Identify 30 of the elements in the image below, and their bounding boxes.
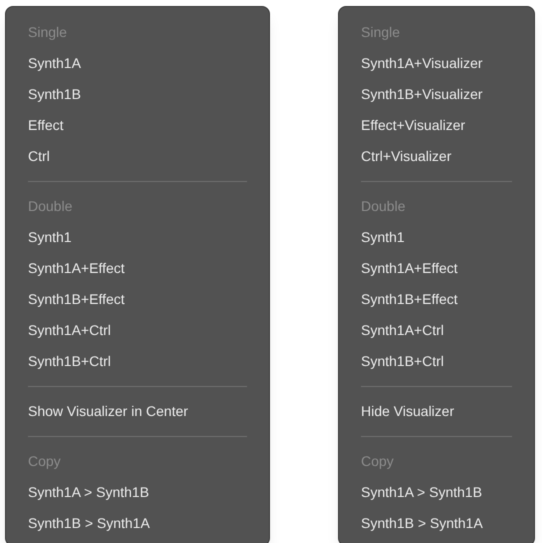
menu-item[interactable]: Effect+Visualizer: [339, 110, 534, 141]
menu-section-header: Double: [361, 197, 406, 216]
menu-item[interactable]: Synth1: [339, 222, 534, 253]
menu-item[interactable]: Synth1B > Synth1A: [6, 508, 269, 539]
menu-item[interactable]: Synth1B > Synth1A: [339, 508, 534, 539]
menu-item[interactable]: Synth1B+Ctrl: [339, 346, 534, 377]
menu-item[interactable]: Synth1B+Effect: [6, 284, 269, 315]
menu-section-header: Copy: [28, 452, 61, 471]
menu-item[interactable]: Synth1B+Visualizer: [339, 79, 534, 110]
menu-item[interactable]: Synth1A > Synth1B: [339, 477, 534, 508]
menu-item[interactable]: Synth1A+Ctrl: [6, 315, 269, 346]
menu-item[interactable]: Synth1A+Ctrl: [339, 315, 534, 346]
menu-section-header: Copy: [361, 452, 394, 471]
menu-section-header: Single: [361, 23, 400, 42]
menu-item[interactable]: Synth1: [6, 222, 269, 253]
menu-item[interactable]: Synth1A: [6, 48, 269, 79]
menu-item[interactable]: Effect: [6, 110, 269, 141]
menu-section-header: Double: [28, 197, 72, 216]
menu-section-header: Single: [28, 23, 67, 42]
menu-item[interactable]: Synth1A > Synth1B: [6, 477, 269, 508]
menu-item[interactable]: Ctrl: [6, 141, 269, 172]
menu-item[interactable]: Hide Visualizer: [339, 396, 534, 427]
menu-item[interactable]: Synth1B+Ctrl: [6, 346, 269, 377]
menu-item[interactable]: Synth1A+Visualizer: [339, 48, 534, 79]
menu-item[interactable]: Synth1B+Effect: [339, 284, 534, 315]
menu-item[interactable]: Synth1A+Effect: [6, 253, 269, 284]
menu-item[interactable]: Synth1B: [6, 79, 269, 110]
menu-item[interactable]: Show Visualizer in Center: [6, 396, 269, 427]
menu-item[interactable]: Synth1A+Effect: [339, 253, 534, 284]
menu-item[interactable]: Ctrl+Visualizer: [339, 141, 534, 172]
